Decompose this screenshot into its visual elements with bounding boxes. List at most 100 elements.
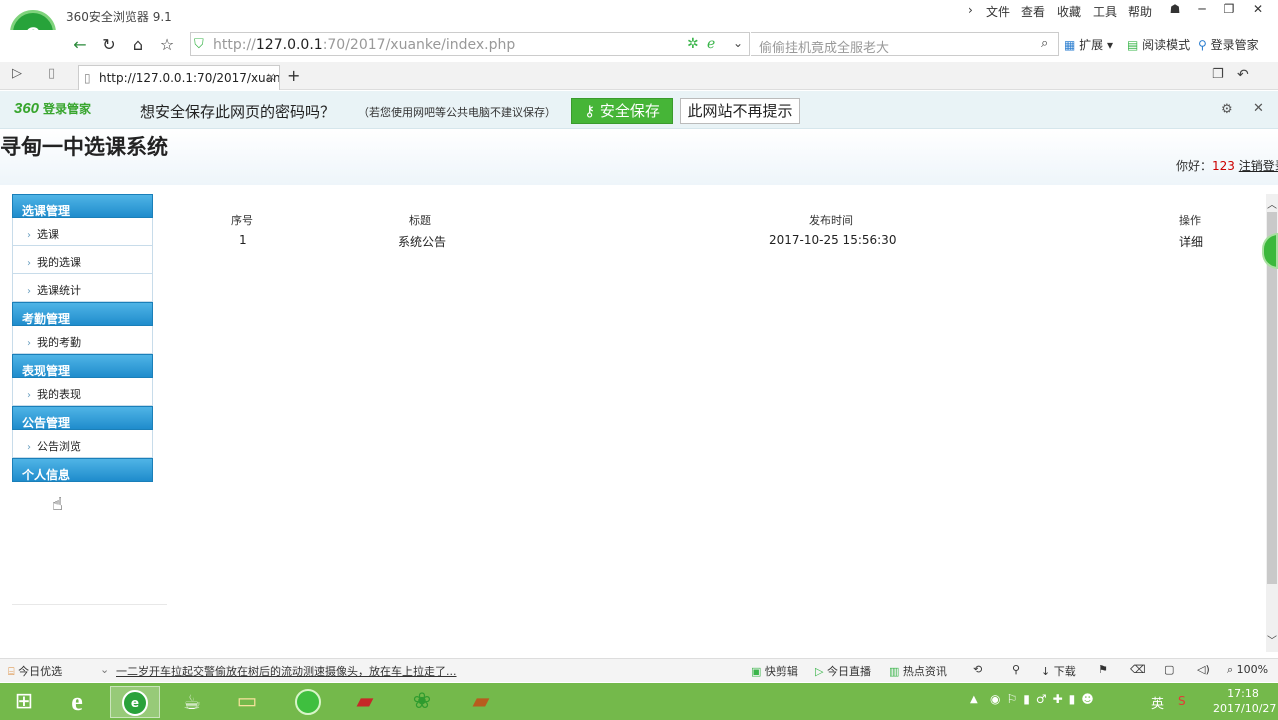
- browser-360-taskbar-icon[interactable]: e: [110, 686, 160, 718]
- chevron-down-icon[interactable]: ⌄: [733, 36, 743, 50]
- detail-link[interactable]: 详细: [1179, 233, 1203, 250]
- grid-icon: ▦: [1064, 38, 1076, 52]
- speed-icon[interactable]: ✲: [687, 36, 699, 52]
- title-bar: [0, 0, 1278, 30]
- close-bar-icon[interactable]: ✕: [1253, 101, 1264, 116]
- dreamweaver-taskbar-icon[interactable]: [283, 686, 333, 718]
- address-bar[interactable]: ⛉ http://127.0.0.1:70/2017/xuanke/index.…: [190, 32, 750, 56]
- hot-news-button[interactable]: ▥ 热点资讯: [889, 663, 947, 679]
- windows-start-icon[interactable]: ⊞: [0, 686, 48, 718]
- document-icon: ▯: [84, 71, 91, 85]
- ime-indicator[interactable]: 英: [1151, 693, 1164, 712]
- back-arrow-icon[interactable]: ←: [69, 34, 91, 56]
- restore-button[interactable]: ❐: [1217, 2, 1241, 20]
- sidebar-section-profile[interactable]: 个人信息: [12, 458, 153, 482]
- extend-button[interactable]: ▦ 扩展 ▾: [1064, 36, 1113, 53]
- url-text[interactable]: http://127.0.0.1:70/2017/xuanke/index.ph…: [213, 37, 515, 53]
- safe-save-button[interactable]: ⚷ 安全保存: [571, 98, 673, 124]
- search-box[interactable]: 偷偷挂机竟成全服老大 ⌕: [751, 32, 1059, 56]
- sidebar-toggle-icon[interactable]: ▷: [12, 66, 22, 81]
- table-header-title: 标题: [409, 214, 431, 227]
- tray-icons[interactable]: ◉⚐▮♂✚▮☻: [990, 692, 1100, 706]
- gift-icon: ⌸: [8, 665, 15, 678]
- menu-favorites[interactable]: 收藏: [1057, 3, 1081, 20]
- tab-active[interactable]: ▯ http://127.0.0.1:70/2017/xuank ×: [78, 65, 280, 90]
- arrow-icon: ›: [27, 286, 31, 297]
- live-button[interactable]: ▷ 今日直播: [815, 663, 871, 679]
- menu-file[interactable]: 文件: [986, 3, 1010, 20]
- sidebar-item-my-courses[interactable]: › 我的选课: [12, 246, 153, 274]
- new-tab-button[interactable]: +: [287, 66, 300, 85]
- table-header-time: 发布时间: [809, 214, 853, 227]
- cell-no: 1: [239, 233, 247, 247]
- arrow-icon: ›: [27, 338, 31, 349]
- sidebar-section-course[interactable]: 选课管理: [12, 194, 153, 218]
- editor-taskbar-icon[interactable]: ▰: [340, 686, 390, 718]
- tab-title: http://127.0.0.1:70/2017/xuank: [99, 71, 280, 85]
- password-question: 想安全保存此网页的密码吗？: [140, 103, 336, 121]
- volume-icon[interactable]: ◁): [1197, 663, 1210, 676]
- news-ticker[interactable]: 一二岁开车拉起交警偷放在树后的流动测速摄像头，放在车上拉走了...: [116, 663, 457, 679]
- sidebar-item-select-course[interactable]: › 选课: [12, 218, 153, 246]
- arrow-icon: ›: [27, 230, 31, 241]
- menu-help[interactable]: 帮助: [1128, 3, 1152, 20]
- ie-taskbar-icon[interactable]: e: [52, 686, 102, 718]
- refresh-icon[interactable]: ↻: [98, 34, 120, 56]
- cleanup-icon[interactable]: ⌫: [1130, 663, 1146, 676]
- restore-tab-icon[interactable]: ❐: [1212, 67, 1224, 82]
- accelerate-icon[interactable]: ⟲: [973, 663, 982, 676]
- sogou-icon[interactable]: S: [1178, 694, 1186, 708]
- sidebar-section-attendance[interactable]: 考勤管理: [12, 302, 153, 326]
- gear-icon[interactable]: ⚙: [1221, 102, 1233, 117]
- play-icon: ▷: [815, 665, 824, 678]
- flag-icon[interactable]: ⚑: [1098, 663, 1108, 676]
- chevron-right-icon[interactable]: ›: [968, 3, 973, 17]
- clock-date: 2017/10/27: [1213, 702, 1277, 715]
- download-button[interactable]: ↓ 下载: [1041, 663, 1076, 679]
- key-icon: ⚷: [584, 102, 600, 120]
- sidebar-item-browse-notices[interactable]: › 公告浏览: [12, 430, 153, 458]
- chart-icon: ▥: [889, 665, 900, 678]
- sidebar-item-my-attendance[interactable]: › 我的考勤: [12, 326, 153, 354]
- book-taskbar-icon[interactable]: ▰: [456, 686, 506, 718]
- search-icon[interactable]: ⌕: [1041, 36, 1048, 51]
- home-icon[interactable]: ⌂: [127, 34, 149, 56]
- close-window-button[interactable]: ✕: [1246, 2, 1270, 20]
- scroll-up-icon[interactable]: ︿: [1267, 196, 1277, 211]
- login-manager-button[interactable]: ⚲ 登录管家: [1198, 36, 1259, 53]
- zoom-control[interactable]: ⌕ 100%: [1227, 663, 1268, 677]
- read-mode-button[interactable]: ▤ 阅读模式: [1127, 36, 1190, 53]
- float-widget-icon[interactable]: [1262, 233, 1278, 269]
- scroll-down-icon[interactable]: ﹀: [1267, 632, 1277, 647]
- star-icon[interactable]: ☆: [156, 34, 178, 56]
- clock[interactable]: 17:18 2017/10/27: [1213, 686, 1277, 716]
- sidebar-divider: [12, 604, 167, 605]
- quick-clip-button[interactable]: ▣ 快剪辑: [751, 663, 798, 679]
- paw-taskbar-icon[interactable]: ❀: [397, 686, 447, 718]
- window-icon[interactable]: ▢: [1164, 663, 1174, 676]
- tray-expand-icon[interactable]: ▲: [970, 694, 978, 705]
- java-taskbar-icon[interactable]: ☕: [167, 686, 217, 718]
- sidebar-item-course-stats[interactable]: › 选课统计: [12, 274, 153, 302]
- ie-mode-icon[interactable]: ℯ: [707, 36, 715, 52]
- logout-link[interactable]: 注销登录: [1239, 159, 1278, 173]
- menu-view[interactable]: 查看: [1021, 3, 1045, 20]
- menu-tools[interactable]: 工具: [1093, 3, 1117, 20]
- pin-icon[interactable]: ⚲: [1012, 663, 1020, 676]
- today-picks[interactable]: ⌸ 今日优选: [8, 663, 62, 679]
- book-icon: ▤: [1127, 38, 1139, 52]
- skin-icon[interactable]: ☗: [1163, 2, 1187, 20]
- sidebar-section-performance[interactable]: 表现管理: [12, 354, 153, 378]
- user-icon: ⚲: [1198, 38, 1207, 52]
- close-tab-icon[interactable]: ×: [266, 70, 276, 84]
- page-icon[interactable]: ▯: [48, 66, 55, 81]
- chevron-down-icon[interactable]: ⌄: [100, 663, 109, 676]
- undo-icon[interactable]: ↶: [1237, 67, 1249, 83]
- no-more-prompt-button[interactable]: 此网站不再提示: [680, 98, 800, 124]
- sidebar-item-my-performance[interactable]: › 我的表现: [12, 378, 153, 406]
- user-greeting: 你好：123 注销登录: [1176, 157, 1278, 174]
- sidebar-section-notices[interactable]: 公告管理: [12, 406, 153, 430]
- site-title: 寻甸一中选课系统: [0, 135, 168, 159]
- folder-taskbar-icon[interactable]: ▭: [222, 686, 272, 718]
- minimize-button[interactable]: ─: [1190, 2, 1214, 20]
